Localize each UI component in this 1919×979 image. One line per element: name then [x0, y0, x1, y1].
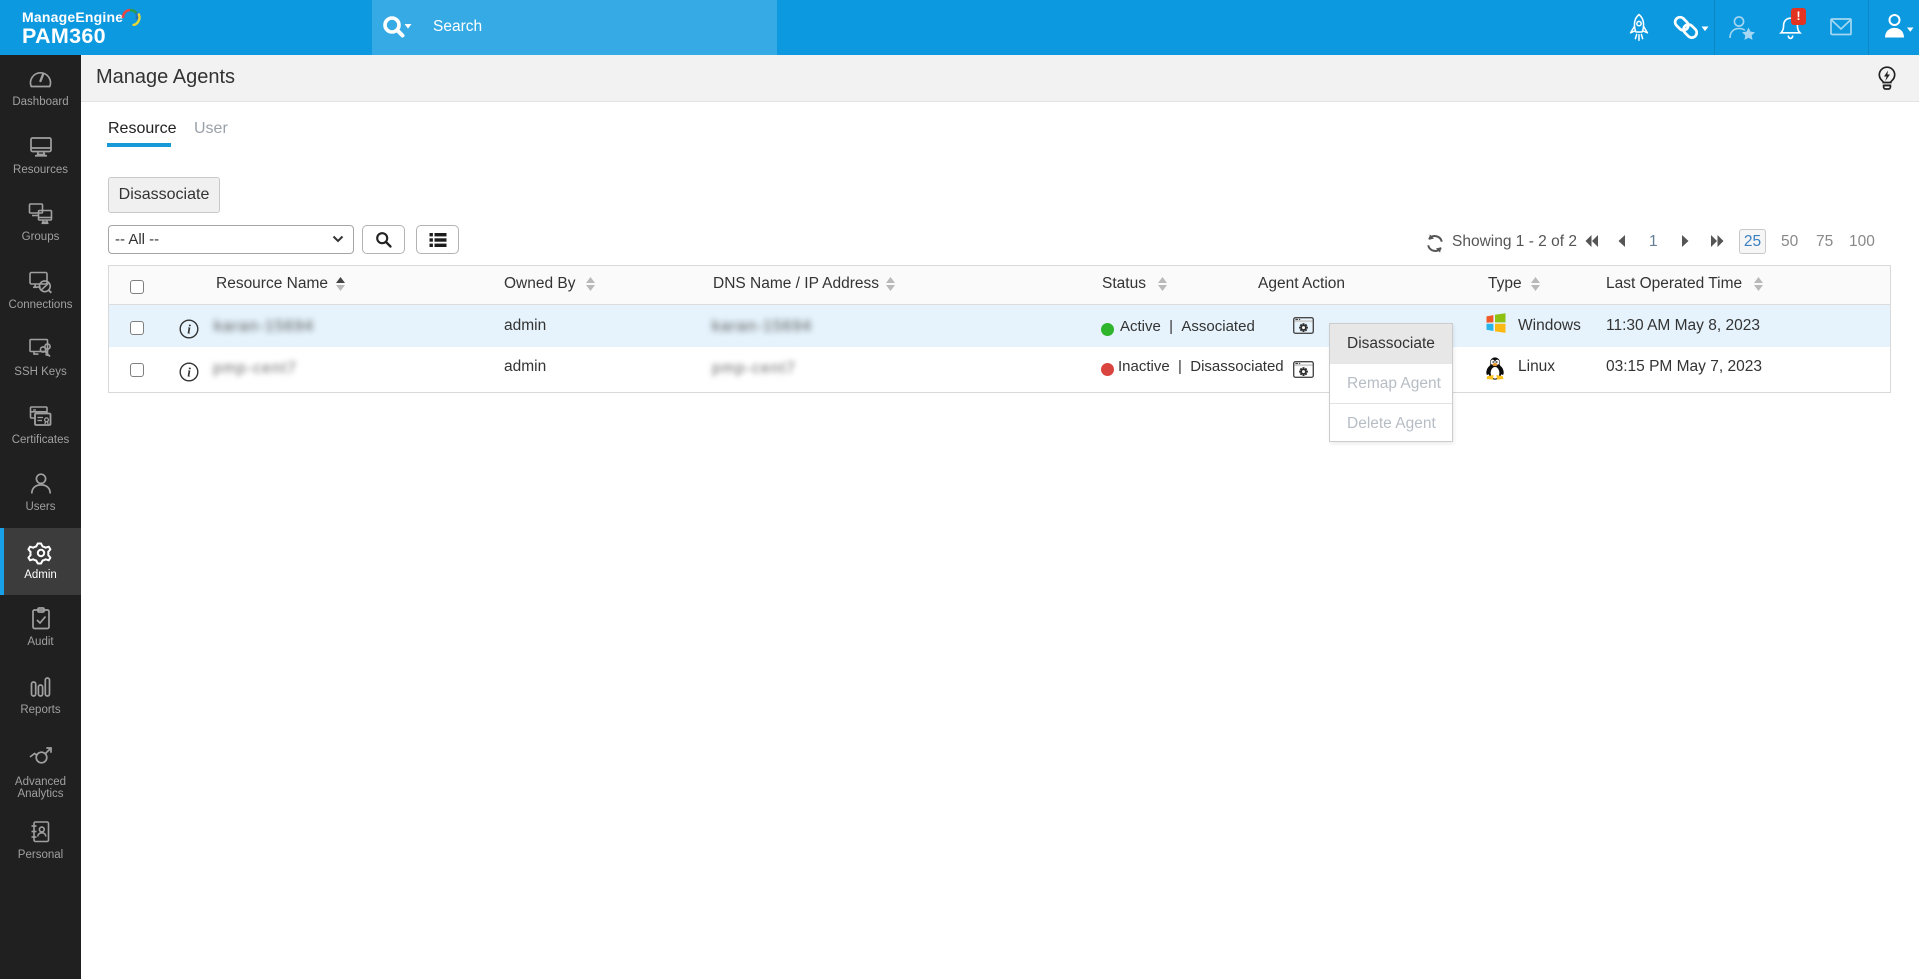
svg-text:i: i: [187, 322, 191, 337]
svg-text:i: i: [187, 365, 191, 380]
